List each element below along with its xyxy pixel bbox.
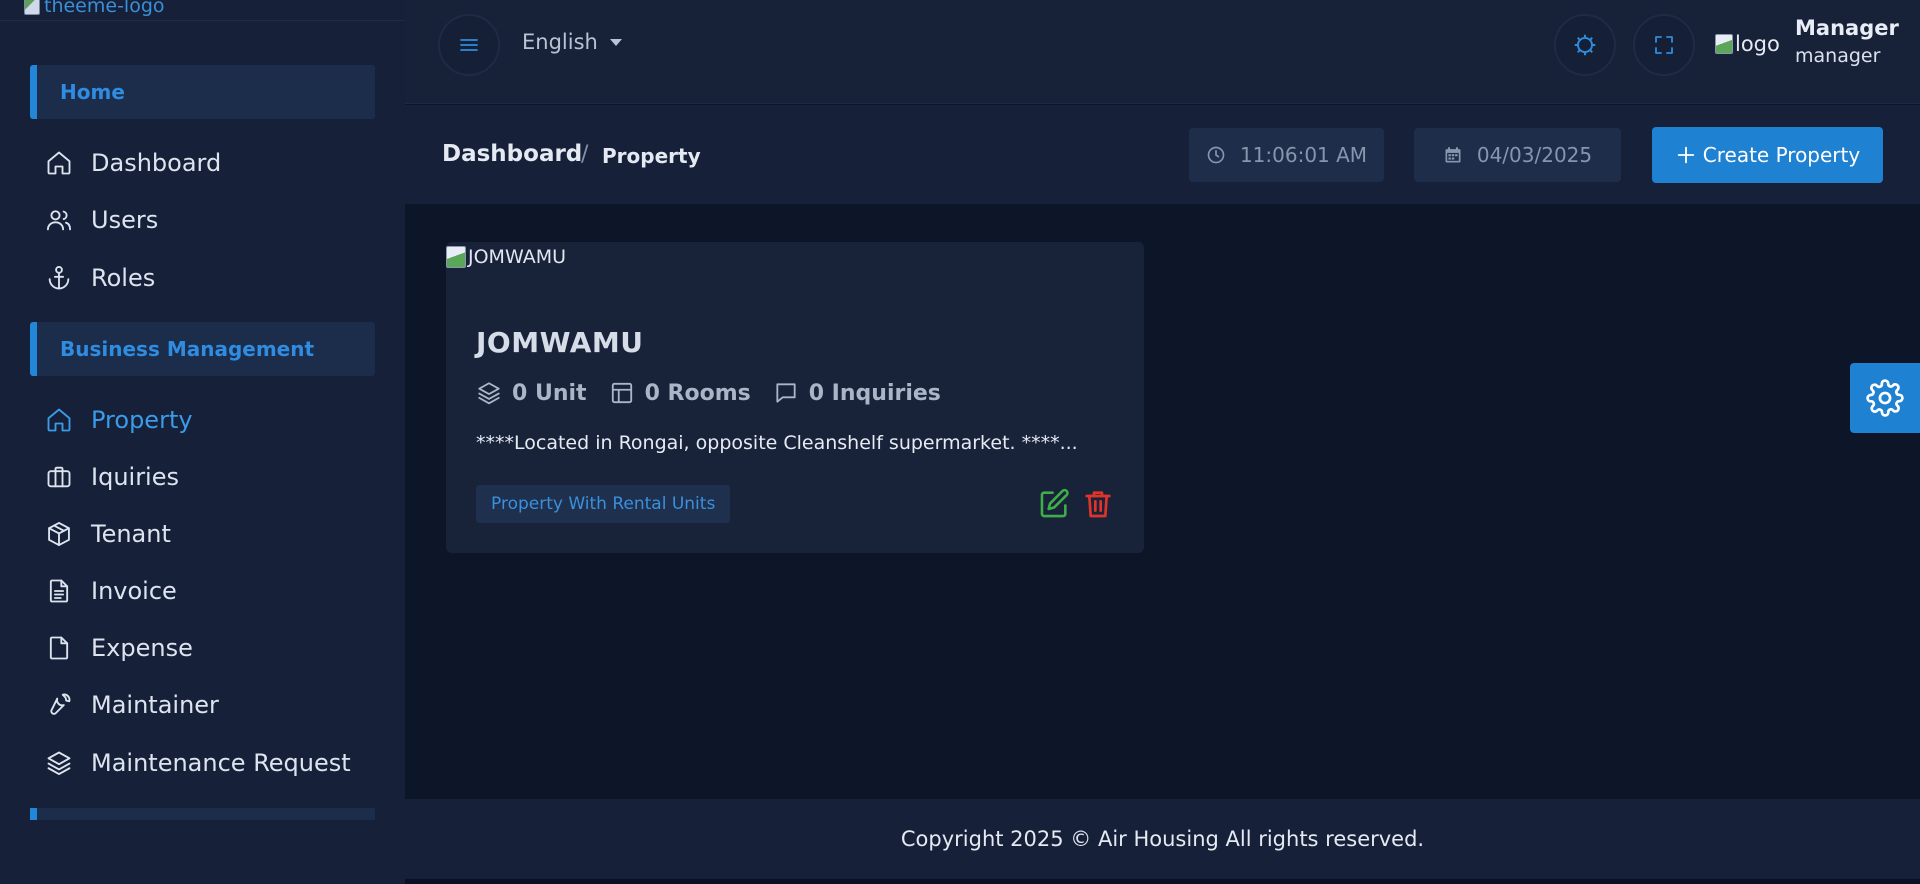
copyright-text: Copyright 2025 © Air Housing All rights … <box>900 827 1425 851</box>
sidebar: theeme-logo Home Dashboard Users Roles B… <box>0 0 405 884</box>
delete-property-button[interactable] <box>1080 486 1116 522</box>
breadcrumb-dashboard[interactable]: Dashboard <box>442 141 582 167</box>
sidebar-item-maintainer[interactable]: Maintainer <box>45 685 375 725</box>
broken-image-icon <box>24 0 40 15</box>
user-role: manager <box>1795 45 1881 67</box>
sidebar-item-label: Expense <box>91 634 193 662</box>
avatar[interactable]: logo <box>1715 32 1780 56</box>
expand-icon <box>1655 36 1673 54</box>
sidebar-item-label: Maintenance Request <box>91 749 351 777</box>
sidebar-section-business-management: Business Management <box>30 322 375 376</box>
sidebar-item-iquiries[interactable]: Iquiries <box>45 457 375 497</box>
broken-image-icon <box>1715 34 1733 54</box>
anchor-icon <box>48 265 70 290</box>
topbar: English logo Manager manager <box>405 0 1920 104</box>
sidebar-item-label: Invoice <box>91 577 177 605</box>
clock-display: 11:06:01 AM <box>1189 128 1384 182</box>
sidebar-item-invoice[interactable]: Invoice <box>45 571 375 611</box>
layout-icon <box>611 382 632 404</box>
sidebar-item-label: Iquiries <box>91 463 179 491</box>
current-date: 04/03/2025 <box>1476 143 1593 167</box>
file-icon <box>49 636 69 660</box>
gear-icon <box>1574 34 1596 56</box>
sidebar-item-roles[interactable]: Roles <box>45 258 375 298</box>
footer: Copyright 2025 © Air Housing All rights … <box>405 799 1920 879</box>
language-label: English <box>522 30 598 54</box>
sidebar-item-label: Users <box>91 206 159 234</box>
bottom-edge <box>405 879 1920 884</box>
breadcrumb-separator: / <box>581 142 589 167</box>
plus-icon <box>1677 146 1695 164</box>
settings-panel-button[interactable] <box>1850 363 1920 433</box>
inquiry-count: 0 Inquiries <box>773 380 941 406</box>
clock-icon <box>1207 146 1225 164</box>
breadcrumb: Dashboard / Property 11:06:01 AM 04/03/2… <box>405 105 1920 204</box>
home-icon <box>47 408 71 432</box>
message-square-icon <box>776 383 796 403</box>
broken-image-icon <box>446 246 466 268</box>
fullscreen-button[interactable] <box>1633 14 1695 76</box>
brand-logo-alt: theeme-logo <box>44 0 165 17</box>
divider <box>0 20 405 21</box>
file-text-icon <box>49 579 69 603</box>
layers-icon <box>478 382 500 405</box>
unit-count-label: 0 Unit <box>512 380 587 406</box>
room-count-label: 0 Rooms <box>644 380 751 406</box>
sidebar-item-label: Roles <box>91 264 156 292</box>
theme-toggle-button[interactable] <box>1554 14 1616 76</box>
property-image[interactable]: JOMWAMU <box>446 246 566 268</box>
user-name[interactable]: Manager <box>1795 16 1899 40</box>
date-display: 04/03/2025 <box>1414 128 1621 182</box>
property-title[interactable]: JOMWAMU <box>476 326 643 359</box>
home-icon <box>47 151 71 175</box>
sidebar-item-users[interactable]: Users <box>45 200 375 240</box>
sidebar-item-label: Property <box>91 406 193 434</box>
property-type-badge: Property With Rental Units <box>476 485 731 523</box>
sidebar-item-label: Tenant <box>91 520 171 548</box>
language-select[interactable]: English <box>522 30 622 54</box>
briefcase-icon <box>47 466 71 488</box>
edit-icon <box>1040 488 1069 518</box>
users-icon <box>46 210 72 231</box>
sidebar-item-label: Maintainer <box>91 691 219 719</box>
inquiry-count-label: 0 Inquiries <box>808 380 941 406</box>
hamburger-icon <box>460 39 478 51</box>
create-property-label: Create Property <box>1702 143 1861 167</box>
sidebar-section-partial <box>30 808 375 820</box>
sidebar-item-label: Dashboard <box>91 149 222 177</box>
unit-count: 0 Unit <box>476 380 587 406</box>
box-icon <box>48 521 70 547</box>
current-time: 11:06:01 AM <box>1239 143 1368 167</box>
gear-icon <box>1866 379 1904 417</box>
breadcrumb-current: Property <box>602 144 701 168</box>
caret-down-icon <box>609 38 622 46</box>
sidebar-item-property[interactable]: Property <box>45 400 375 440</box>
property-card[interactable]: JOMWAMU JOMWAMU 0 Unit 0 Rooms 0 Inquiri… <box>446 242 1144 553</box>
avatar-alt: logo <box>1735 32 1780 56</box>
room-count: 0 Rooms <box>609 380 751 406</box>
property-image-alt: JOMWAMU <box>468 246 566 268</box>
sidebar-item-tenant[interactable]: Tenant <box>45 514 375 554</box>
calendar-icon <box>1445 147 1461 163</box>
property-stats: 0 Unit 0 Rooms 0 Inquiries <box>476 380 941 406</box>
sidebar-item-expense[interactable]: Expense <box>45 628 375 668</box>
sidebar-item-dashboard[interactable]: Dashboard <box>45 143 375 183</box>
brand-logo[interactable]: theeme-logo <box>24 0 165 18</box>
create-property-button[interactable]: Create Property <box>1652 127 1883 183</box>
menu-toggle-button[interactable] <box>438 14 500 76</box>
property-description: ****Located in Rongai, opposite Cleanshe… <box>476 432 1078 454</box>
wrench-icon <box>50 693 71 715</box>
sidebar-section-home: Home <box>30 65 375 119</box>
trash-icon <box>1085 491 1111 518</box>
sidebar-item-maintenance-request[interactable]: Maintenance Request <box>45 743 375 783</box>
layers-icon <box>47 751 71 776</box>
edit-property-button[interactable] <box>1036 486 1072 522</box>
